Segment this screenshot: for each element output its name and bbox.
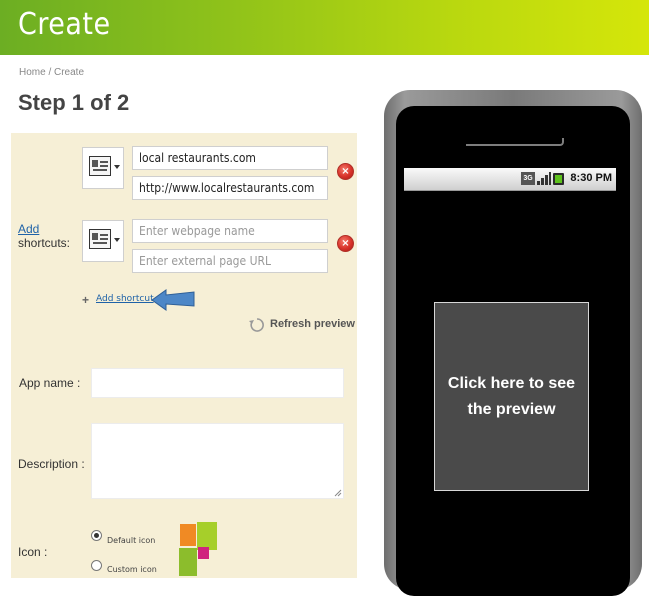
page-header-title: Create bbox=[18, 7, 111, 42]
description-label: Description : bbox=[18, 457, 85, 471]
step-title: Step 1 of 2 bbox=[18, 90, 130, 115]
add-link[interactable]: Add bbox=[18, 222, 39, 236]
default-icon-radio[interactable] bbox=[91, 530, 102, 541]
shortcut-1-url-input[interactable] bbox=[132, 176, 328, 200]
shortcut-2-icon-picker[interactable] bbox=[82, 220, 124, 262]
shortcut-2-url-input[interactable] bbox=[132, 249, 328, 273]
caret-down-icon bbox=[114, 165, 120, 169]
shortcut-1-remove-button[interactable]: × bbox=[337, 163, 354, 180]
default-icon-label: Default icon bbox=[107, 536, 156, 545]
refresh-icon bbox=[249, 318, 264, 332]
description-textarea[interactable] bbox=[91, 423, 344, 499]
caret-down-icon bbox=[114, 238, 120, 242]
network-3g-icon: 3G bbox=[521, 172, 535, 185]
contact-card-icon bbox=[89, 156, 111, 176]
status-time: 8:30 PM bbox=[570, 172, 612, 184]
app-name-label: App name : bbox=[19, 376, 81, 390]
icon-label: Icon : bbox=[18, 545, 48, 559]
app-name-input[interactable] bbox=[91, 368, 344, 398]
battery-icon bbox=[553, 173, 564, 185]
signal-icon bbox=[537, 172, 551, 185]
breadcrumb[interactable]: Home / Create bbox=[19, 67, 84, 78]
custom-icon-radio[interactable] bbox=[91, 560, 102, 571]
contact-card-icon bbox=[89, 229, 111, 249]
header-bar: Create bbox=[0, 0, 649, 55]
default-app-icon bbox=[178, 520, 220, 576]
blue-arrow-icon bbox=[151, 289, 195, 311]
resize-grip-icon[interactable] bbox=[334, 489, 342, 497]
shortcut-2-remove-button[interactable]: × bbox=[337, 235, 354, 252]
close-icon: × bbox=[341, 238, 350, 249]
preview-button[interactable]: Click here to see the preview bbox=[434, 302, 589, 491]
shortcut-1-name-input[interactable] bbox=[132, 146, 328, 170]
plus-icon: + bbox=[82, 293, 90, 307]
refresh-preview-label: Refresh preview bbox=[270, 318, 355, 330]
preview-label: Click here to see the preview bbox=[447, 375, 576, 418]
phone-status-bar: 3G 8:30 PM bbox=[404, 168, 616, 191]
shortcut-2-name-input[interactable] bbox=[132, 219, 328, 243]
phone-earpiece bbox=[466, 138, 564, 146]
custom-icon-label: Custom icon bbox=[107, 565, 157, 574]
add-shortcuts-label: Add shortcuts: bbox=[18, 222, 70, 250]
shortcuts-label: shortcuts: bbox=[18, 236, 71, 250]
shortcut-1-icon-picker[interactable] bbox=[82, 147, 124, 189]
add-shortcut-link[interactable]: Add shortcut bbox=[96, 294, 154, 304]
close-icon: × bbox=[341, 166, 350, 177]
